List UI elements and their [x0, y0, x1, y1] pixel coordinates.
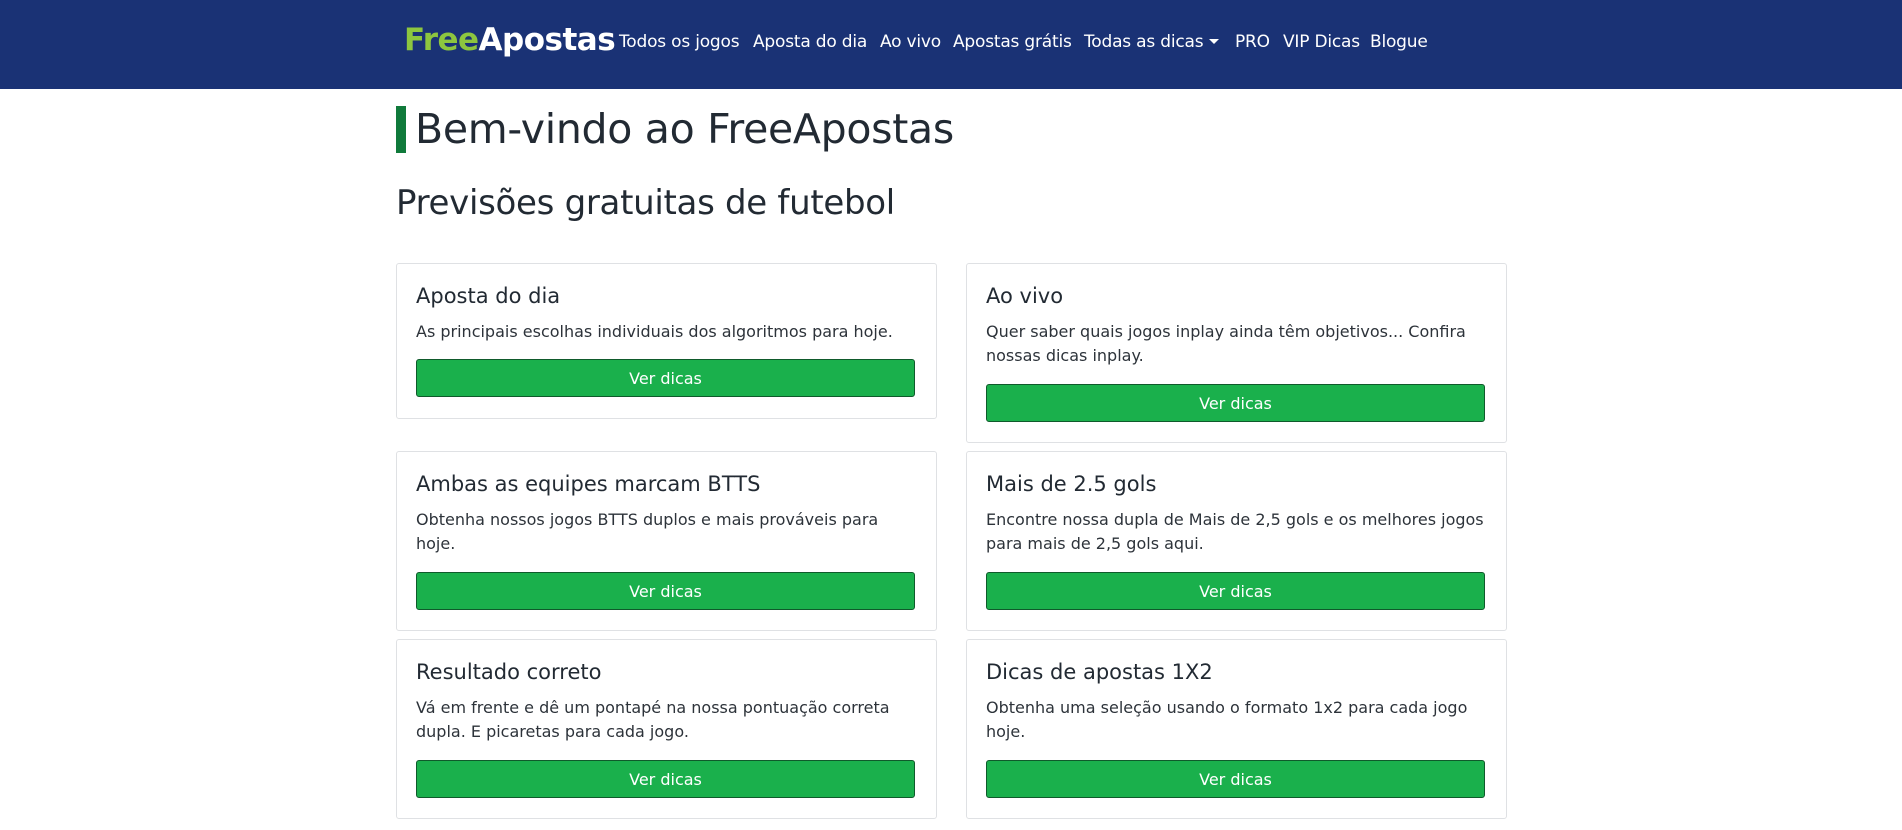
card-text: Quer saber quais jogos inplay ainda têm … — [986, 322, 1466, 365]
card-title: Ao vivo — [986, 284, 1064, 308]
page-subtitle: Previsões gratuitas de futebol — [396, 183, 895, 223]
brand-logo-part2: Apostas — [478, 22, 616, 58]
brand-logo-part1: Free — [404, 22, 479, 58]
card-dicas-1x2: Dicas de apostas 1X2 Obtenha uma seleção… — [966, 639, 1507, 819]
brand-logo[interactable]: FreeApostas — [404, 22, 616, 58]
caret-down-icon — [1209, 39, 1220, 44]
nav-todas-as-dicas-dropdown[interactable]: Todas as dicas — [1084, 32, 1220, 52]
top-navbar: FreeApostas Todos os jogos Aposta do dia… — [0, 0, 1902, 89]
ver-dicas-button[interactable]: Ver dicas — [986, 384, 1485, 422]
card-title: Ambas as equipes marcam BTTS — [416, 472, 761, 496]
card-btts: Ambas as equipes marcam BTTS Obtenha nos… — [396, 451, 937, 631]
card-resultado-correto: Resultado correto Vá em frente e dê um p… — [396, 639, 937, 819]
page-title: Bem-vindo ao FreeApostas — [415, 105, 954, 153]
title-accent-bar — [396, 106, 406, 153]
card-title: Dicas de apostas 1X2 — [986, 660, 1213, 684]
card-text: Encontre nossa dupla de Mais de 2,5 gols… — [986, 510, 1484, 553]
ver-dicas-button[interactable]: Ver dicas — [986, 572, 1485, 610]
card-aposta-do-dia: Aposta do dia As principais escolhas ind… — [396, 263, 937, 419]
ver-dicas-button[interactable]: Ver dicas — [416, 760, 915, 798]
card-text: Obtenha uma seleção usando o formato 1x2… — [986, 698, 1468, 741]
card-text: Vá em frente e dê um pontapé na nossa po… — [416, 698, 890, 741]
ver-dicas-button[interactable]: Ver dicas — [986, 760, 1485, 798]
ver-dicas-button[interactable]: Ver dicas — [416, 359, 915, 397]
card-mais-de-2-5-gols: Mais de 2.5 gols Encontre nossa dupla de… — [966, 451, 1507, 631]
card-title: Resultado correto — [416, 660, 602, 684]
nav-aposta-do-dia[interactable]: Aposta do dia — [753, 32, 867, 52]
ver-dicas-button[interactable]: Ver dicas — [416, 572, 915, 610]
nav-todas-as-dicas-label: Todas as dicas — [1084, 32, 1204, 52]
card-title: Mais de 2.5 gols — [986, 472, 1157, 496]
card-text: As principais escolhas individuais dos a… — [416, 322, 893, 341]
nav-todos-os-jogos[interactable]: Todos os jogos — [619, 32, 740, 52]
nav-apostas-gratis[interactable]: Apostas grátis — [953, 32, 1072, 52]
card-title: Aposta do dia — [416, 284, 561, 308]
nav-ao-vivo[interactable]: Ao vivo — [880, 32, 941, 52]
nav-pro[interactable]: PRO — [1235, 32, 1270, 52]
card-text: Obtenha nossos jogos BTTS duplos e mais … — [416, 510, 879, 553]
card-ao-vivo: Ao vivo Quer saber quais jogos inplay ai… — [966, 263, 1507, 443]
nav-vip-dicas[interactable]: VIP Dicas — [1283, 32, 1360, 52]
nav-blogue[interactable]: Blogue — [1370, 32, 1428, 52]
